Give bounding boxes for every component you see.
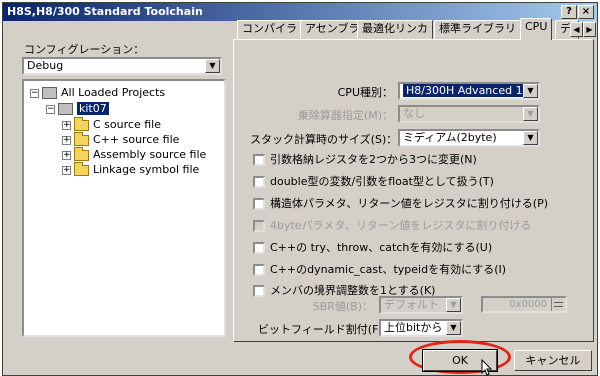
chevron-down-icon[interactable]: ▼ [523,84,538,98]
chevron-down-icon[interactable]: ▼ [523,131,538,145]
mulcalc-label: 乗除算器指定(M)： [297,109,393,122]
checkbox-box[interactable] [253,198,265,210]
sbr-value: デフォルト [384,298,439,311]
checkbox-box[interactable] [253,176,265,188]
mouse-cursor-icon [481,359,493,376]
tab-scroll-left-icon[interactable]: ◀ [570,22,583,37]
option-label: 引数格納レジスタを2つから3つに変更(N) [270,153,477,166]
tab-cpu[interactable]: CPU [520,18,553,40]
configuration-select[interactable]: Debug ▼ [22,57,222,75]
chevron-down-icon[interactable]: ▼ [446,321,461,335]
bitfield-select[interactable]: 上位bitから ▼ [379,319,463,337]
tab-assembler[interactable]: アセンブラ [300,20,365,39]
option-label: double型の変数/引数をfloat型として扱う(T) [270,175,494,188]
configuration-value: Debug [27,59,64,72]
tree-node-folder[interactable]: + Assembly source file [62,146,207,162]
folder-label: Assembly source file [93,148,207,161]
option-label: C++のdynamic_cast、typeidを有効にする(I) [270,263,507,276]
mulcalc-select: なし ▼ [398,105,540,123]
checkbox-box[interactable] [253,154,265,166]
checkbox-box[interactable] [253,285,265,297]
checkbox-box[interactable] [253,242,265,254]
checkbox-box[interactable] [253,264,265,276]
tree-node-project[interactable]: − kit07 [46,101,109,116]
sbr-select: デフォルト ▼ [379,296,463,314]
help-button[interactable]: ? [561,5,577,19]
tab-scroll-right-icon[interactable]: ▶ [583,22,596,37]
cpu-type-label: CPU種別： [337,86,393,99]
configuration-label: コンフィグレーション： [24,43,145,56]
option-checkbox[interactable]: C++の try、throw、catchを有効にする(U) [253,240,492,255]
bitfield-label: ビットフィールド割付(F)： [258,323,394,336]
chevron-down-icon: ▼ [523,107,538,121]
tree-node-folder[interactable]: + Linkage symbol file [62,161,200,177]
folder-icon [74,116,89,131]
folder-label: C++ source file [93,133,180,146]
sbr-number-spinner: 0x0000 [481,296,567,313]
checkbox-box [253,220,265,232]
option-checkbox[interactable]: C++のdynamic_cast、typeidを有効にする(I) [253,262,506,277]
tree-node-folder[interactable]: + C++ source file [62,131,180,147]
option-label: 構造体パラメタ、リターン値をレジスタに割り付ける(P) [270,197,549,210]
collapse-icon[interactable]: − [30,88,39,98]
tree-project-label: kit07 [77,102,109,115]
tab-standard-library[interactable]: 標準ライブラリ [434,20,521,39]
option-checkbox[interactable]: 引数格納レジスタを2つから3つに変更(N) [253,152,477,167]
project-tree[interactable]: − All Loaded Projects − kit07 + C source fi… [22,79,226,337]
expand-icon[interactable]: + [62,135,71,145]
collapse-icon[interactable]: − [46,104,55,114]
tree-node-folder[interactable]: + C source file [62,116,161,132]
folder-label: C source file [93,118,161,131]
option-checkbox[interactable]: double型の変数/引数をfloat型として扱う(T) [253,174,494,189]
cpu-type-value: H8/300H Advanced 1M byte [403,84,538,97]
folder-icon [74,146,89,161]
close-button[interactable]: × [578,5,594,19]
sbr-number-value: 0x0000 [509,299,547,310]
mulcalc-value: なし [403,107,425,120]
tab-compiler[interactable]: コンパイラ [237,20,302,39]
option-label: 4byteパラメタ、リターン値をレジスタに割り付ける [270,219,532,232]
sbr-label: SBR値(B)： [312,300,373,313]
option-checkbox-disabled: 4byteパラメタ、リターン値をレジスタに割り付ける [253,218,531,233]
window-title: H8S,H8/300 Standard Toolchain [7,5,203,18]
chevron-down-icon[interactable]: ▼ [205,59,220,73]
title-bar: H8S,H8/300 Standard Toolchain ? × [3,3,597,21]
project-icon [58,103,73,115]
stack-size-value: ミディアム(2byte) [403,131,497,144]
option-checkbox[interactable]: 構造体パラメタ、リターン値をレジスタに割り付ける(P) [253,196,548,211]
expand-icon[interactable]: + [62,165,71,175]
spin-icon [551,298,565,311]
folder-label: Linkage symbol file [93,163,200,176]
stack-size-select[interactable]: ミディアム(2byte) ▼ [398,129,540,147]
tab-optimizing-linker[interactable]: 最適化リンカ [357,20,433,39]
tree-root-label: All Loaded Projects [61,86,166,99]
expand-icon[interactable]: + [62,150,71,160]
stack-size-label: スタック計算時のサイズ(S)： [250,133,398,146]
expand-icon[interactable]: + [62,120,71,130]
folder-icon [74,161,89,176]
chevron-down-icon: ▼ [446,298,461,312]
bitfield-value: 上位bitから [384,321,443,334]
workspace-icon [42,87,57,99]
option-label: C++の try、throw、catchを有効にする(U) [270,241,493,254]
tree-node-all-projects[interactable]: − All Loaded Projects [30,85,165,100]
cancel-button[interactable]: キャンセル [514,350,592,371]
folder-icon [74,131,89,146]
cpu-type-select[interactable]: H8/300H Advanced 1M byte ▼ [398,82,540,100]
